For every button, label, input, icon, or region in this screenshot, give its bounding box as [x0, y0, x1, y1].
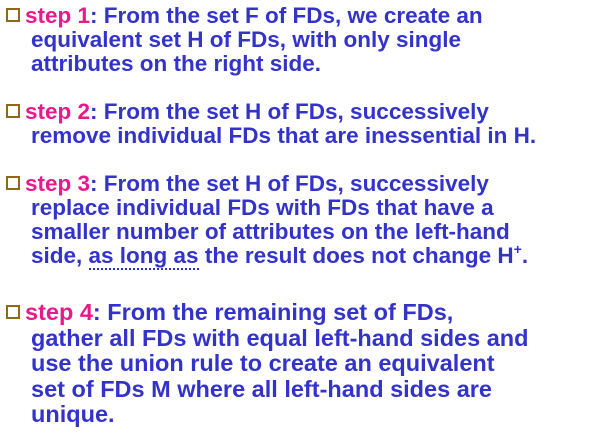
step-1-line-2: equivalent set H of FDs, with only singl…	[31, 27, 462, 52]
step-2-paragraph: step 2: From the set H of FDs, successiv…	[6, 100, 596, 148]
hollow-square-bullet-icon	[6, 176, 20, 190]
hollow-square-bullet-icon	[6, 8, 20, 22]
step-3-paragraph: step 3: From the set H of FDs, successiv…	[6, 172, 596, 270]
step-4-line-4: set of FDs M where all left-hand sides a…	[31, 375, 492, 402]
step-4-separator: :	[92, 299, 101, 325]
step-3-line-1: step 3: From the set H of FDs, successiv…	[6, 172, 596, 196]
step-3-line-4-end: .	[521, 243, 529, 268]
hollow-square-bullet-icon	[6, 305, 20, 319]
step-4-line-3: use the union rule to create an equivale…	[31, 350, 495, 376]
step-2-line-2: remove individual FDs that are inessenti…	[31, 123, 537, 148]
step-3-text-1: From the set H of FDs, successively	[97, 171, 489, 196]
h-plus-superscript: +	[513, 241, 522, 257]
step-1-label: step 1	[25, 3, 91, 28]
step-3-line-4-before: side,	[31, 243, 89, 268]
step-3-line-3: smaller number of attributes on the left…	[31, 219, 510, 244]
step-4-line-2: gather all FDs with equal left-hand side…	[31, 324, 529, 351]
step-3-line-2: replace individual FDs with FDs that hav…	[31, 195, 494, 220]
step-2-line-1: step 2: From the set H of FDs, successiv…	[6, 100, 596, 124]
step-3-line-4-after: the result does not change H	[198, 243, 514, 268]
as-long-as-link[interactable]: as long as	[88, 243, 199, 270]
hollow-square-bullet-icon	[6, 104, 20, 118]
step-3-label: step 3	[25, 171, 91, 196]
step-1-separator: :	[90, 3, 98, 28]
step-4-text-1: From the remaining set of FDs,	[100, 299, 454, 325]
step-4-line-1: step 4: From the remaining set of FDs,	[6, 299, 596, 326]
step-2-separator: :	[90, 99, 98, 124]
step-1-line-1: step 1: From the set F of FDs, we create…	[6, 4, 596, 28]
step-2-label: step 2	[25, 99, 91, 124]
step-4-label: step 4	[25, 299, 93, 325]
step-3-separator: :	[90, 171, 98, 196]
step-2-text-1: From the set H of FDs, successively	[97, 99, 489, 124]
step-1-paragraph: step 1: From the set F of FDs, we create…	[6, 4, 596, 76]
step-1-line-3: attributes on the right side.	[31, 51, 322, 76]
step-1-text-1: From the set F of FDs, we create an	[97, 3, 483, 28]
step-4-line-5: unique.	[31, 401, 115, 427]
step-4-paragraph: step 4: From the remaining set of FDs, g…	[6, 299, 596, 428]
step-3-line-4: side, as long as the result does not cha…	[6, 241, 596, 270]
